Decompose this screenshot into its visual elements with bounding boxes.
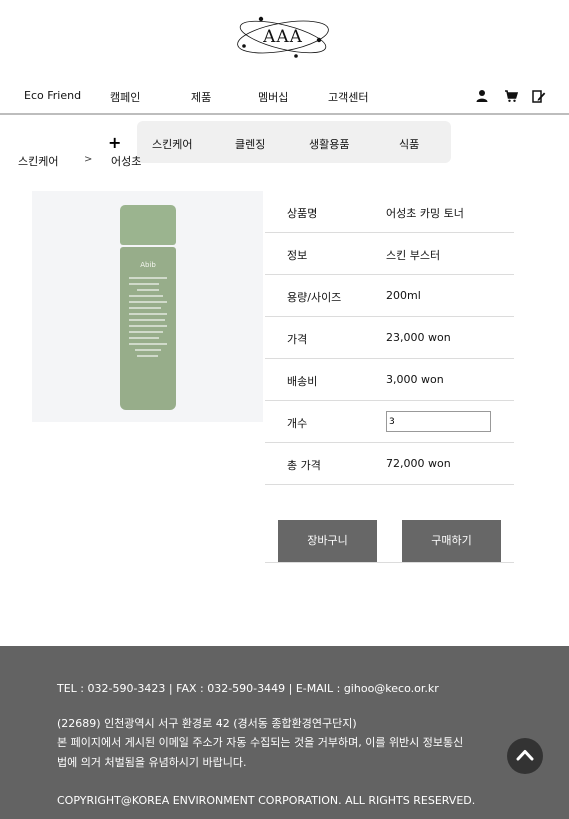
product-image: Abib (32, 191, 263, 422)
cart-icon[interactable] (504, 89, 519, 103)
product-name: 어성초 카밍 토너 (386, 207, 464, 220)
bottle-cap (120, 205, 176, 245)
toner-bottle-illustration: Abib (120, 205, 176, 410)
info-label: 상품명 (287, 207, 318, 220)
info-label: 정보 (287, 249, 308, 262)
edit-icon[interactable] (532, 89, 546, 103)
shipping-fee: 3,000 won (386, 373, 444, 386)
info-row-total: 총 가격 72,000 won (265, 443, 514, 485)
info-label: 가격 (287, 333, 308, 346)
buttons-divider (265, 562, 514, 563)
info-row-shipping: 배송비 3,000 won (265, 359, 514, 401)
info-label: 배송비 (287, 375, 318, 388)
submenu-item-food[interactable]: 식품 (399, 136, 419, 152)
product-price: 23,000 won (386, 331, 451, 344)
footer-contact: TEL : 032-590-3423 | FAX : 032-590-3449 … (57, 682, 439, 695)
nav-item-products[interactable]: 제품 (191, 89, 211, 105)
product-submenu: 스킨케어 클렌징 생활용품 식품 (137, 121, 451, 163)
plus-icon[interactable]: + (108, 133, 121, 153)
info-row-name: 상품명 어성초 카밍 토너 (265, 191, 514, 233)
nav-item-campaign[interactable]: 캠페인 (110, 89, 140, 105)
user-icon[interactable] (475, 89, 489, 103)
product-info: 스킨 부스터 (386, 249, 441, 262)
site-footer: TEL : 032-590-3423 | FAX : 032-590-3449 … (0, 646, 569, 819)
submenu-item-skincare[interactable]: 스킨케어 (152, 136, 192, 152)
product-info-table: 상품명 어성초 카밍 토너 정보 스킨 부스터 용량/사이즈 200ml 가격 … (265, 191, 514, 485)
nav-item-eco-friend[interactable]: Eco Friend (24, 89, 81, 102)
info-label: 용량/사이즈 (287, 291, 342, 304)
info-label: 총 가격 (287, 459, 321, 472)
footer-copyright: COPYRIGHT@KOREA ENVIRONMENT CORPORATION.… (57, 794, 476, 807)
nav-item-membership[interactable]: 멤버십 (258, 89, 288, 105)
add-to-cart-button[interactable]: 장바구니 (278, 520, 377, 562)
scroll-top-button[interactable] (507, 738, 543, 774)
info-row-info: 정보 스킨 부스터 (265, 233, 514, 275)
footer-address: (22689) 인천광역시 서구 환경로 42 (경서동 종합환경연구단지) (57, 717, 357, 730)
logo-text: AAA (263, 27, 303, 47)
submenu-item-cleansing[interactable]: 클렌징 (235, 136, 265, 152)
footer-notice-line2: 법에 의거 처벌됨을 유념하시기 바랍니다. (57, 756, 247, 769)
nav-divider (0, 113, 569, 115)
bottle-brand-label: Abib (140, 261, 156, 269)
submenu-item-household[interactable]: 생활용품 (309, 136, 349, 152)
site-logo[interactable]: AAA (234, 10, 332, 65)
total-price: 72,000 won (386, 457, 451, 470)
chevron-up-icon (516, 750, 534, 761)
quantity-input[interactable] (386, 411, 491, 432)
info-row-price: 가격 23,000 won (265, 317, 514, 359)
main-nav: Eco Friend 캠페인 제품 멤버십 고객센터 (0, 86, 569, 110)
breadcrumb-current: 어성초 (111, 155, 142, 168)
bottle-body: Abib (120, 247, 176, 410)
bottle-ingredient-text (129, 277, 167, 361)
buy-now-button[interactable]: 구매하기 (402, 520, 501, 562)
breadcrumb-category[interactable]: 스킨케어 (18, 153, 58, 169)
footer-notice-line1: 본 페이지에서 게시된 이메일 주소가 자동 수집되는 것을 거부하며, 이를 … (57, 736, 464, 749)
product-size: 200ml (386, 289, 421, 302)
nav-item-customer-center[interactable]: 고객센터 (328, 89, 368, 105)
info-row-size: 용량/사이즈 200ml (265, 275, 514, 317)
info-label: 개수 (287, 417, 308, 430)
info-row-quantity: 개수 (265, 401, 514, 443)
breadcrumb-separator: > (84, 154, 93, 165)
